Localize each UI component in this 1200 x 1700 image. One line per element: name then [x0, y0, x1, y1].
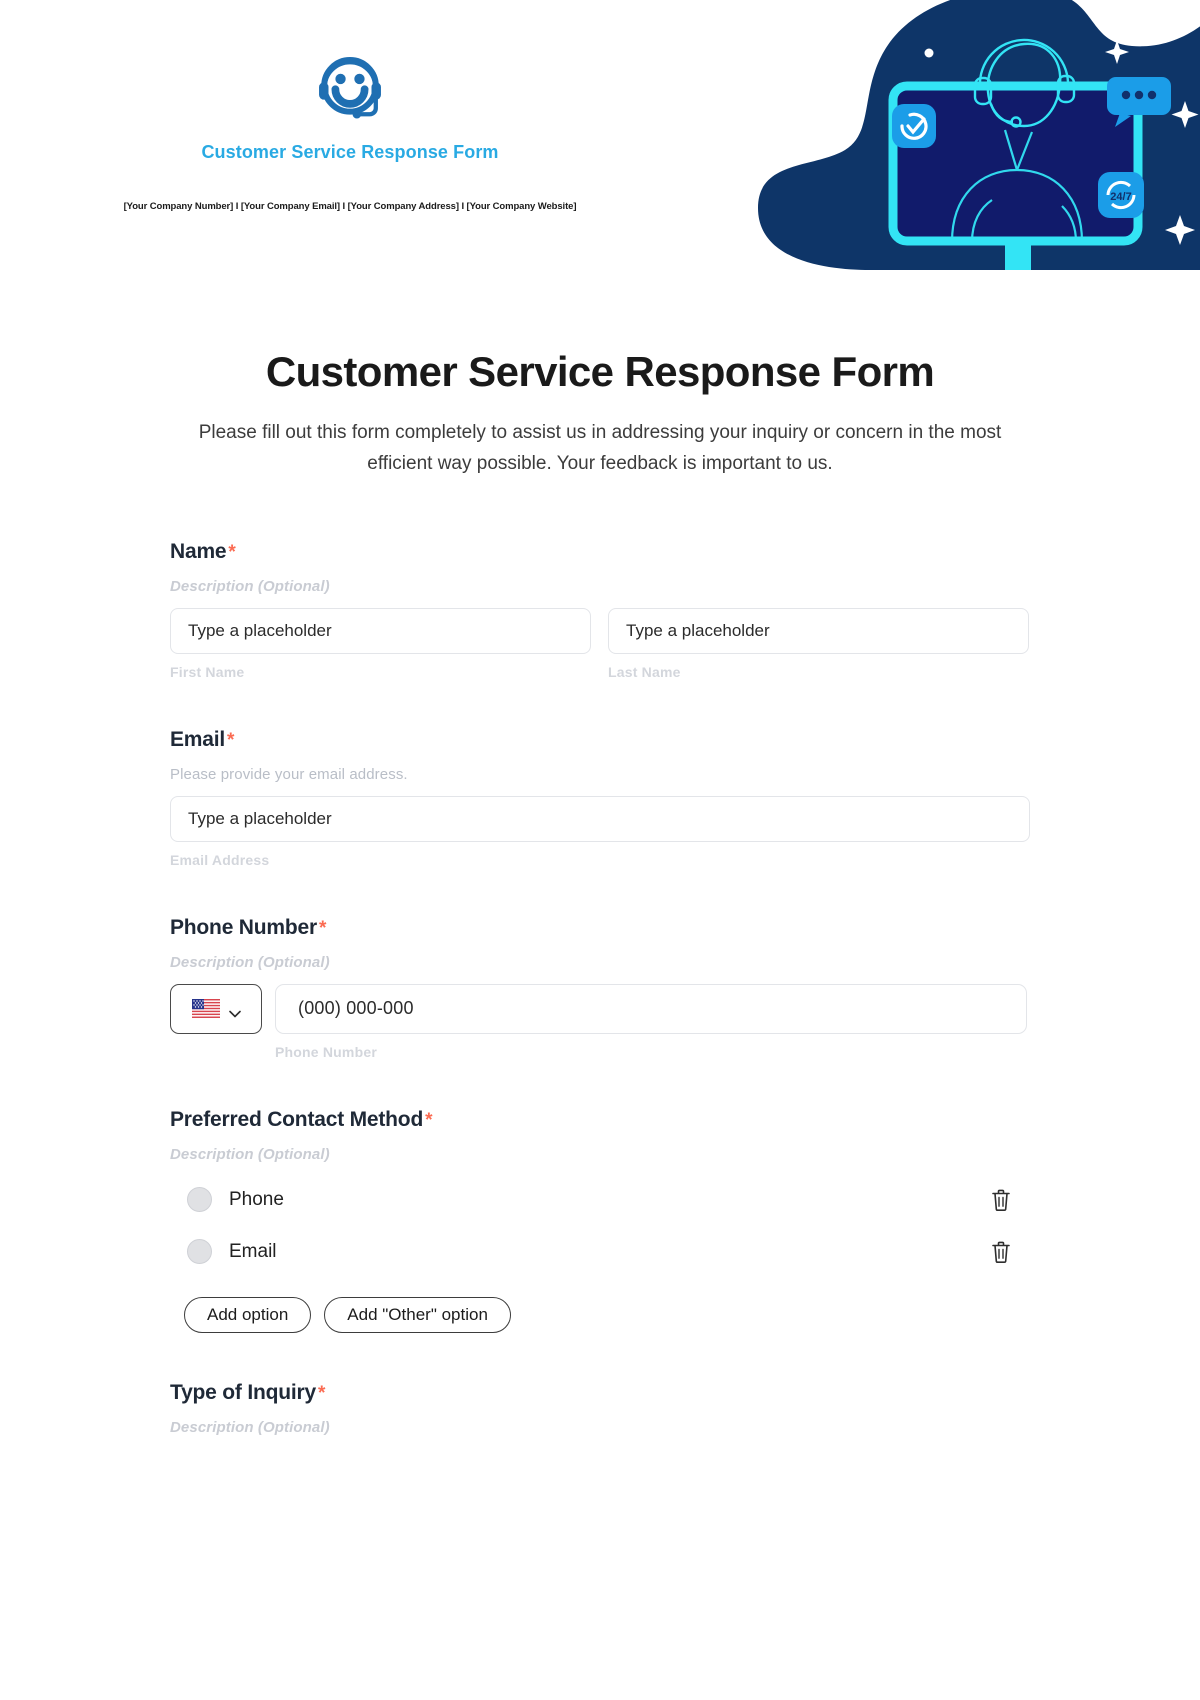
trash-icon[interactable] — [990, 1188, 1012, 1212]
option-label-email: Email — [229, 1240, 277, 1262]
label-text: Type of Inquiry — [170, 1380, 316, 1404]
chevron-down-icon — [229, 1005, 241, 1018]
field-phone: Phone Number * Description (Optional) (0… — [170, 916, 1030, 1060]
field-label-preferred-contact-method: Preferred Contact Method * — [170, 1108, 1030, 1132]
phone-number-input[interactable]: (000) 000-000 — [275, 983, 1027, 1034]
form-description: Please fill out this form completely to … — [198, 422, 1002, 474]
field-hint-type-of-inquiry: Description (Optional) — [170, 1418, 330, 1436]
required-asterisk: * — [228, 541, 236, 563]
trash-icon[interactable] — [990, 1240, 1012, 1264]
country-code-select[interactable] — [170, 983, 262, 1034]
radio-email[interactable] — [187, 1239, 212, 1265]
sublabel-phone-number: Phone Number — [275, 1043, 377, 1060]
last-name-input[interactable]: Type a placeholder — [608, 607, 1029, 654]
required-asterisk: * — [227, 729, 235, 751]
required-asterisk: * — [318, 917, 327, 939]
option-label-phone: Phone — [229, 1188, 284, 1210]
field-hint-name: Description (Optional) — [170, 577, 330, 595]
email-input[interactable]: Type a placeholder — [170, 795, 1030, 842]
field-hint-email: Please provide your email address. — [170, 765, 408, 783]
first-name-input[interactable]: Type a placeholder — [170, 607, 591, 654]
phone-input-row: (000) 000-000 — [170, 983, 1030, 1034]
field-hint-phone: Description (Optional) — [170, 953, 330, 971]
sublabel-email-address: Email Address — [170, 851, 270, 868]
add-option-button[interactable]: Add option — [184, 1296, 312, 1333]
label-text: Name — [170, 539, 227, 563]
svg-text:24/7: 24/7 — [1110, 191, 1131, 203]
page-header: Customer Service Response Form [Your Com… — [0, 0, 1200, 270]
us-flag-icon — [192, 999, 220, 1019]
label-text: Phone Number — [170, 915, 317, 939]
customer-support-illustration: 24/7 — [680, 0, 1200, 270]
option-row-email[interactable]: Email — [170, 1237, 1030, 1267]
brand-title: Customer Service Response Form — [201, 142, 499, 162]
field-hint-preferred-contact-method: Description (Optional) — [170, 1145, 330, 1163]
field-label-phone: Phone Number * — [170, 916, 1030, 940]
email-input-row: Type a placeholder — [170, 795, 1030, 842]
sublabel-first-name: First Name — [170, 663, 245, 680]
form-body: Customer Service Response Form Please fi… — [0, 270, 1200, 1436]
required-asterisk: * — [317, 1382, 326, 1404]
name-sublabel-row: First Name Last Name — [170, 654, 1030, 680]
form-page: Customer Service Response Form [Your Com… — [0, 0, 1200, 1700]
radio-phone[interactable] — [187, 1187, 212, 1213]
brand-block: Customer Service Response Form [Your Com… — [0, 0, 700, 270]
field-label-type-of-inquiry: Type of Inquiry * — [170, 1381, 1030, 1405]
field-name: Name * Description (Optional) Type a plac… — [170, 540, 1030, 680]
field-preferred-contact-method: Preferred Contact Method * Description (O… — [170, 1108, 1030, 1333]
field-type-of-inquiry: Type of Inquiry * Description (Optional) — [170, 1381, 1030, 1436]
add-other-option-button[interactable]: Add "Other" option — [324, 1296, 511, 1333]
page-title: Customer Service Response Form — [265, 348, 935, 395]
field-email: Email * Please provide your email address… — [170, 728, 1030, 868]
field-label-email: Email * — [170, 728, 1030, 752]
headset-smiley-icon — [307, 48, 393, 134]
company-contact-line: [Your Company Number] I [Your Company Em… — [123, 201, 577, 212]
required-asterisk: * — [425, 1109, 433, 1131]
sublabel-last-name: Last Name — [608, 663, 681, 680]
label-text: Email — [170, 727, 226, 751]
label-text: Preferred Contact Method — [170, 1107, 424, 1131]
field-label-name: Name * — [170, 540, 1030, 564]
option-buttons-row: Add option Add "Other" option — [170, 1296, 1030, 1333]
name-input-row: Type a placeholder Type a placeholder — [170, 607, 1030, 654]
option-row-phone[interactable]: Phone — [170, 1185, 1030, 1215]
